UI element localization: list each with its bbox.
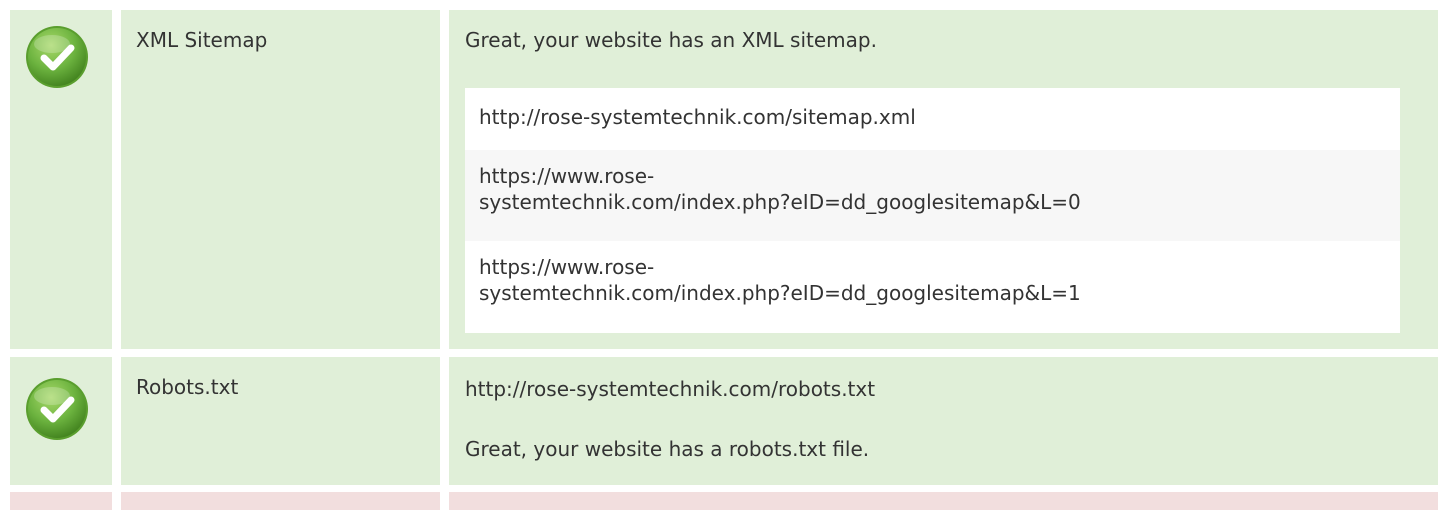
robots-url: http://rose-systemtechnik.com/robots.txt [465,377,876,401]
detail-cell [449,492,1438,510]
detail-cell: Great, your website has an XML sitemap. … [449,10,1438,349]
result-row-partial [10,492,1438,510]
label-cell: XML Sitemap [121,10,440,349]
sitemap-url: https://www.rose-systemtechnik.com/index… [465,150,1400,241]
sitemap-url-list: http://rose-systemtechnik.com/sitemap.xm… [465,88,1400,333]
result-row-xml-sitemap: XML Sitemap Great, your website has an X… [10,10,1438,349]
sitemap-url: https://www.rose-systemtechnik.com/index… [465,241,1400,333]
label-cell [121,492,440,510]
detail-cell: http://rose-systemtechnik.com/robots.txt… [449,357,1438,485]
status-cell [10,492,112,510]
sitemap-url-text: http://rose-systemtechnik.com/sitemap.xm… [479,105,916,129]
result-message: Great, your website has a robots.txt fil… [465,437,870,461]
check-label: XML Sitemap [136,28,268,52]
status-cell [10,357,112,485]
label-cell: Robots.txt [121,357,440,485]
check-label: Robots.txt [136,375,239,399]
check-circle-icon [26,378,88,440]
check-circle-icon [26,26,88,88]
result-row-robots-txt: Robots.txt http://rose-systemtechnik.com… [10,357,1438,485]
result-message: Great, your website has an XML sitemap. [465,28,877,52]
status-cell [10,10,112,349]
sitemap-url: http://rose-systemtechnik.com/sitemap.xm… [465,88,1400,150]
